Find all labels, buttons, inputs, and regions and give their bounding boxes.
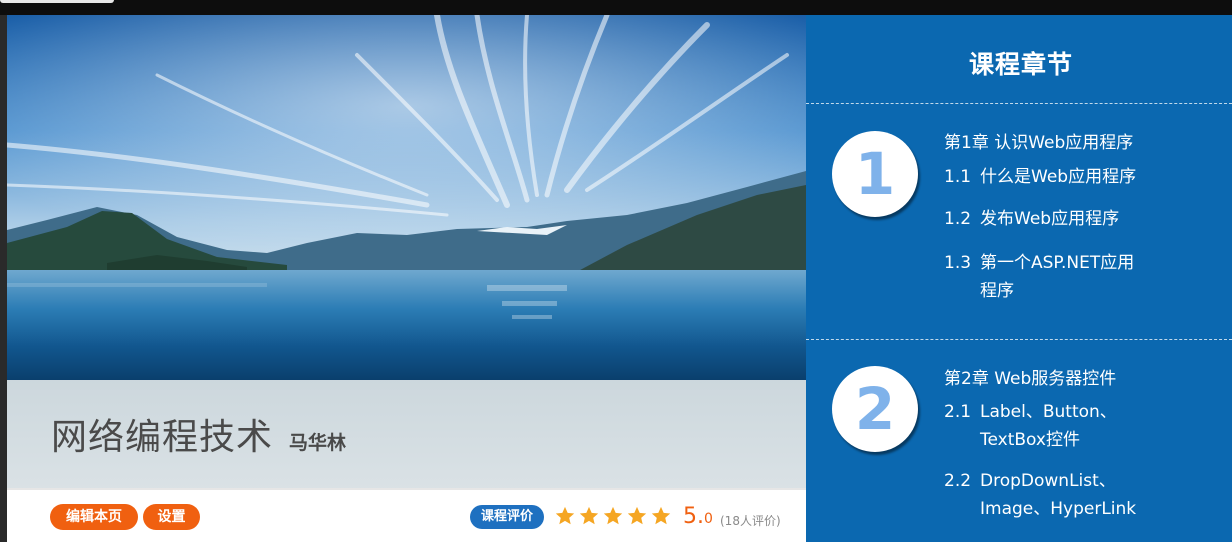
panel-divider bbox=[806, 103, 1232, 104]
course-title-band: 网络编程技术 马华林 bbox=[7, 380, 806, 488]
edit-page-button[interactable]: 编辑本页 bbox=[50, 504, 138, 530]
section-item[interactable]: 2.2 DropDownList、Image、HyperLink bbox=[944, 467, 1150, 523]
rating-score: 5.0 bbox=[683, 504, 713, 532]
chapters-panel-title: 课程章节 bbox=[806, 45, 1232, 81]
star-icon[interactable] bbox=[650, 504, 672, 528]
section-number: 1.1 bbox=[944, 167, 972, 187]
section-number: 1.3 bbox=[944, 253, 972, 273]
settings-button[interactable]: 设置 bbox=[143, 504, 200, 530]
course-hero-banner: 网络编程技术 马华林 bbox=[7, 15, 806, 488]
star-icon[interactable] bbox=[578, 504, 600, 528]
course-title: 网络编程技术 bbox=[51, 417, 274, 458]
section-title: Label、Button、TextBox控件 bbox=[980, 402, 1117, 450]
section-title: 第一个ASP.NET应用程序 bbox=[980, 253, 1135, 301]
star-icon[interactable] bbox=[554, 504, 576, 528]
chapter-title[interactable]: 第1章 认识Web应用程序 bbox=[944, 128, 1133, 153]
rating-score-decimal: 0 bbox=[704, 511, 713, 527]
chapter-title[interactable]: 第2章 Web服务器控件 bbox=[944, 364, 1116, 389]
rater-count: (18人评价) bbox=[720, 514, 781, 528]
rating-stars[interactable] bbox=[554, 504, 672, 530]
section-item[interactable]: 2.1 Label、Button、TextBox控件 bbox=[944, 398, 1130, 454]
section-number: 2.1 bbox=[944, 402, 972, 422]
panel-divider bbox=[806, 339, 1232, 340]
section-number: 2.2 bbox=[944, 471, 972, 491]
course-teacher: 马华林 bbox=[289, 432, 347, 454]
section-item[interactable]: 1.3 第一个ASP.NET应用程序 bbox=[944, 249, 1150, 305]
section-item[interactable]: 1.1 什么是Web应用程序 bbox=[944, 163, 1180, 191]
left-edge-strip bbox=[0, 15, 7, 542]
chapter-number-circle: 1 bbox=[832, 131, 918, 217]
section-item[interactable]: 1.2 发布Web应用程序 bbox=[944, 205, 1180, 233]
star-icon[interactable] bbox=[602, 504, 624, 528]
rating-score-int: 5. bbox=[683, 504, 704, 529]
chapter-number-circle: 2 bbox=[832, 366, 918, 452]
browser-top-bar bbox=[0, 0, 1232, 15]
section-title: 发布Web应用程序 bbox=[980, 209, 1120, 229]
chapters-panel: 课程章节 1 第1章 认识Web应用程序 1.1 什么是Web应用程序 1.2 … bbox=[806, 15, 1232, 542]
section-title: 什么是Web应用程序 bbox=[980, 167, 1137, 187]
section-title: DropDownList、Image、HyperLink bbox=[980, 471, 1137, 519]
course-action-bar: 编辑本页 设置 课程评价 5.0 (18人评价) bbox=[7, 488, 806, 542]
chapters-panel-title-text: 课程章节 bbox=[968, 50, 1073, 79]
browser-tab-edge[interactable] bbox=[0, 0, 114, 3]
section-number: 1.2 bbox=[944, 209, 972, 229]
star-icon[interactable] bbox=[626, 504, 648, 528]
course-rating-badge[interactable]: 课程评价 bbox=[470, 505, 544, 529]
